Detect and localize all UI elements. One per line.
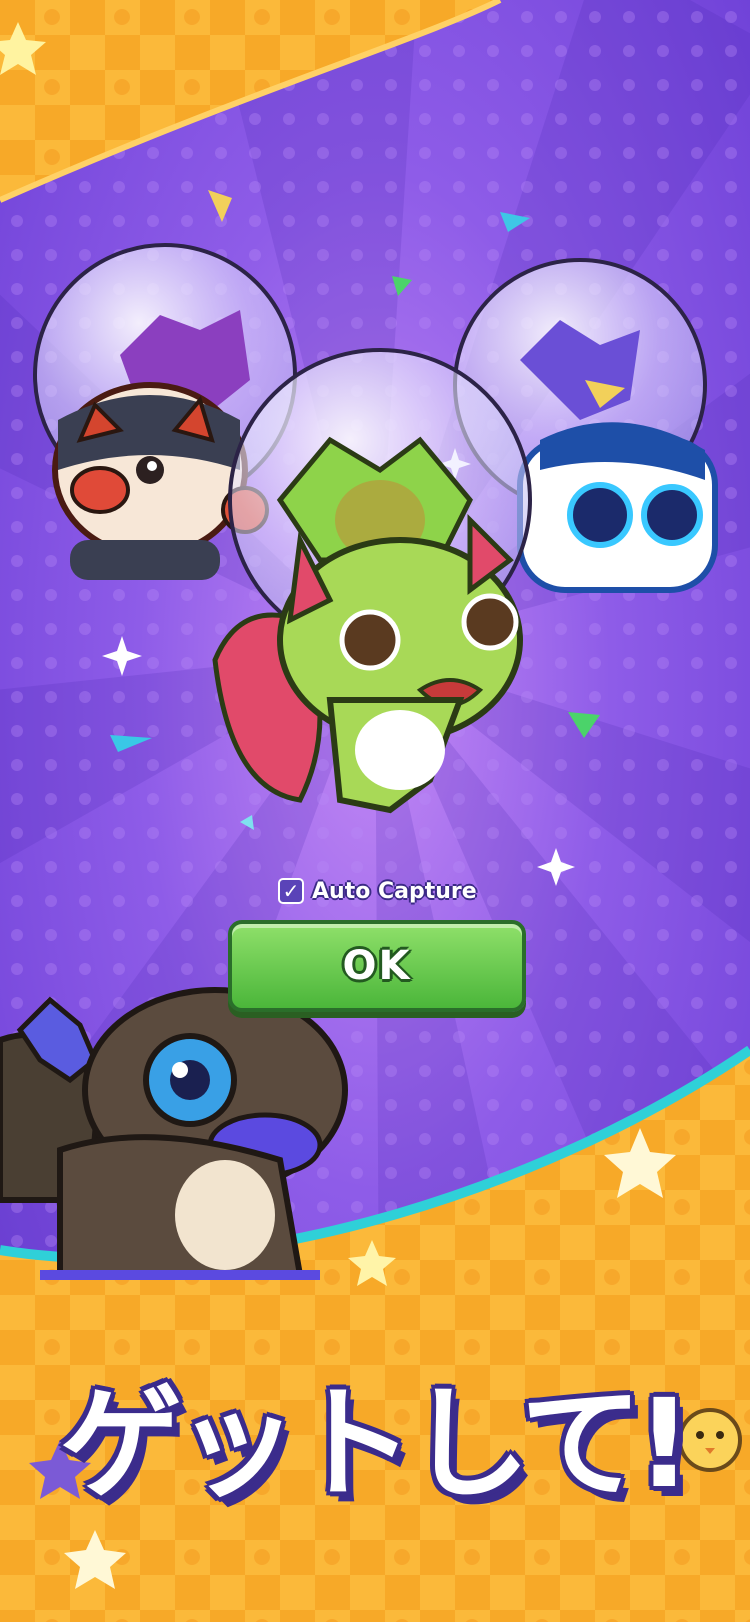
promo-headline: ゲットして! — [60, 1373, 692, 1515]
ok-button-label: OK — [342, 943, 412, 989]
ok-button[interactable]: OK — [228, 920, 526, 1012]
chick-creature — [678, 1408, 742, 1472]
auto-capture-label: Auto Capture — [312, 878, 477, 904]
auto-capture-toggle[interactable]: ✓ Auto Capture — [278, 874, 477, 908]
auto-capture-checkbox[interactable]: ✓ — [278, 878, 304, 904]
checkmark-icon: ✓ — [282, 879, 300, 903]
